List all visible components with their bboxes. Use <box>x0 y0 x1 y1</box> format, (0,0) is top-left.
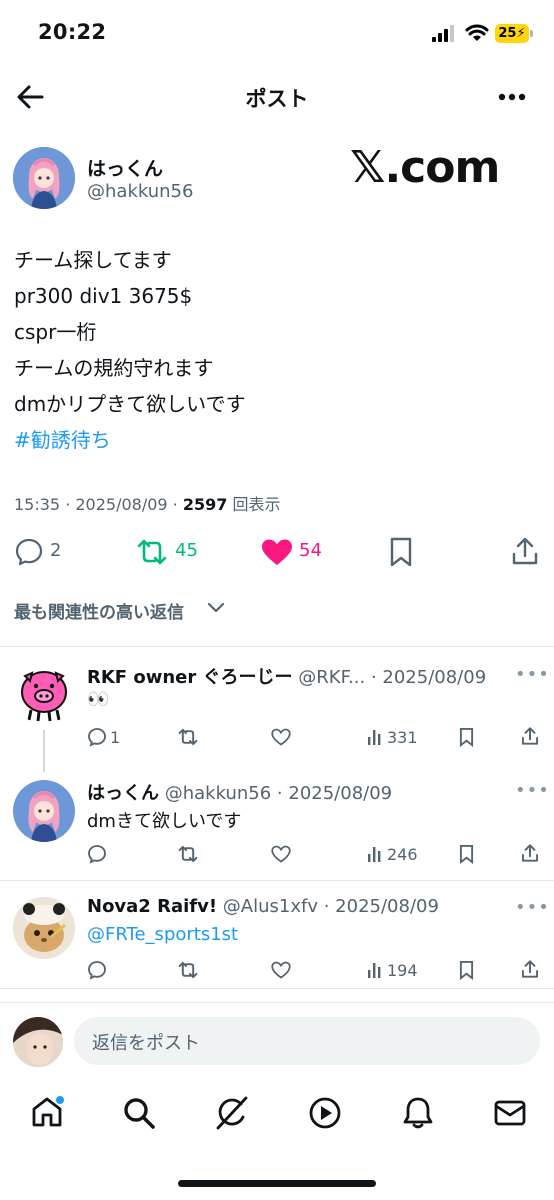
views-icon[interactable] <box>367 729 383 745</box>
reply-date: · 2025/08/09 <box>323 896 439 917</box>
reply-date: · 2025/08/09 <box>370 667 487 688</box>
thread-line <box>43 730 45 772</box>
reply-header: はっくん @hakkun56 · 2025/08/09 <box>87 779 392 805</box>
video-icon[interactable] <box>308 1096 342 1130</box>
hashtag-link[interactable]: #勧誘待ち <box>14 422 534 458</box>
views-icon[interactable] <box>367 962 383 978</box>
divider <box>0 880 554 881</box>
bookmark-icon[interactable] <box>459 727 474 747</box>
share-icon[interactable] <box>511 536 539 566</box>
reply-text: dmきて欲しいです <box>87 811 242 832</box>
post-timestamp: 15:35 · 2025/08/09 · <box>14 495 183 514</box>
post-meta: 15:35 · 2025/08/09 · 2597 回表示 <box>14 491 280 515</box>
bookmark-icon[interactable] <box>389 537 413 567</box>
like-icon[interactable] <box>271 961 291 979</box>
bookmark-icon[interactable] <box>459 844 474 864</box>
reply-icon[interactable] <box>87 960 107 980</box>
reply-icon[interactable] <box>87 727 107 747</box>
battery-indicator: 25⚡ <box>495 24 529 43</box>
reply-text: 👀 <box>87 689 110 710</box>
post-line: チーム探してます <box>14 248 172 272</box>
more-horizontal-icon[interactable] <box>498 93 526 101</box>
reply-author-handle[interactable]: @hakkun56 <box>165 783 271 804</box>
author-name[interactable]: はっくん <box>87 154 163 181</box>
repost-icon[interactable] <box>177 727 199 747</box>
page-title: ポスト <box>245 87 309 111</box>
status-time: 20:22 <box>38 20 107 44</box>
author-avatar[interactable] <box>13 147 75 209</box>
divider <box>0 1002 554 1003</box>
mail-icon[interactable] <box>494 1099 526 1127</box>
reply-count: 2 <box>50 540 62 561</box>
reply-author-name[interactable]: Nova2 Raifv! <box>87 896 217 917</box>
search-icon[interactable] <box>122 1096 156 1130</box>
reply-author-handle[interactable]: @Alus1xfv <box>223 896 318 917</box>
current-user-avatar[interactable] <box>13 1017 63 1067</box>
author-handle[interactable]: @hakkun56 <box>87 181 193 202</box>
post-line: cspr一桁 <box>14 320 97 344</box>
reply-header: Nova2 Raifv! @Alus1xfv · 2025/08/09 <box>87 896 439 917</box>
wifi-icon <box>465 24 489 41</box>
repost-icon[interactable] <box>177 960 199 980</box>
reply-more-icon[interactable]: ••• <box>515 664 550 685</box>
home-icon[interactable] <box>30 1095 64 1129</box>
reply-mention-link[interactable]: @FRTe_sports1st <box>87 924 238 945</box>
reply-sort-dropdown[interactable]: 最も関連性の高い返信 <box>14 598 184 623</box>
views-count: 246 <box>387 845 418 864</box>
post-line: pr300 div1 3675$ <box>14 284 193 308</box>
like-count: 54 <box>299 540 322 561</box>
bell-icon[interactable] <box>401 1095 435 1131</box>
reply-avatar[interactable] <box>13 780 75 842</box>
sort-label: 最も関連性の高い返信 <box>14 603 184 623</box>
reply-author-name[interactable]: はっくん <box>87 783 159 804</box>
reply-more-icon[interactable]: ••• <box>515 897 550 918</box>
reply-header: RKF owner ぐろーじー @RKF... · 2025/08/09 <box>87 663 486 689</box>
post-line: dmかリプきて欲しいです <box>14 392 246 416</box>
reply-count: 1 <box>110 728 121 747</box>
reply-date: · 2025/08/09 <box>276 783 393 804</box>
repost-icon[interactable] <box>177 844 199 864</box>
reply-author-name[interactable]: RKF owner ぐろーじー <box>87 667 293 688</box>
chevron-down-icon[interactable] <box>206 601 226 615</box>
like-icon[interactable] <box>271 845 291 863</box>
post-line: チームの規約守れます <box>14 356 214 380</box>
grok-icon[interactable] <box>214 1095 250 1131</box>
view-count: 2597 <box>182 495 228 514</box>
views-icon[interactable] <box>367 846 383 862</box>
divider <box>0 988 554 989</box>
reply-input-placeholder: 返信をポスト <box>92 1033 200 1054</box>
repost-count: 45 <box>175 540 198 561</box>
like-icon[interactable] <box>261 538 293 566</box>
reply-avatar[interactable] <box>13 897 75 959</box>
view-label: 回表示 <box>232 495 281 514</box>
reply-avatar[interactable] <box>13 662 75 724</box>
reply-icon[interactable] <box>14 537 44 567</box>
views-count: 331 <box>387 728 418 747</box>
views-count: 194 <box>387 961 418 980</box>
home-indicator <box>178 1180 376 1187</box>
bookmark-icon[interactable] <box>459 960 474 980</box>
share-icon[interactable] <box>521 726 539 746</box>
share-icon[interactable] <box>521 959 539 979</box>
reply-icon[interactable] <box>87 844 107 864</box>
repost-icon[interactable] <box>135 537 169 567</box>
like-icon[interactable] <box>271 728 291 746</box>
share-icon[interactable] <box>521 843 539 863</box>
reply-author-handle[interactable]: @RKF... <box>298 667 365 688</box>
battery-tip <box>530 30 533 37</box>
post-body: チーム探してます pr300 div1 3675$ cspr一桁 チームの規約守… <box>14 242 534 458</box>
signal-icon <box>432 25 454 42</box>
reply-more-icon[interactable]: ••• <box>515 780 550 801</box>
xcom-watermark: 𝕏.com <box>350 142 500 193</box>
divider <box>0 646 554 647</box>
